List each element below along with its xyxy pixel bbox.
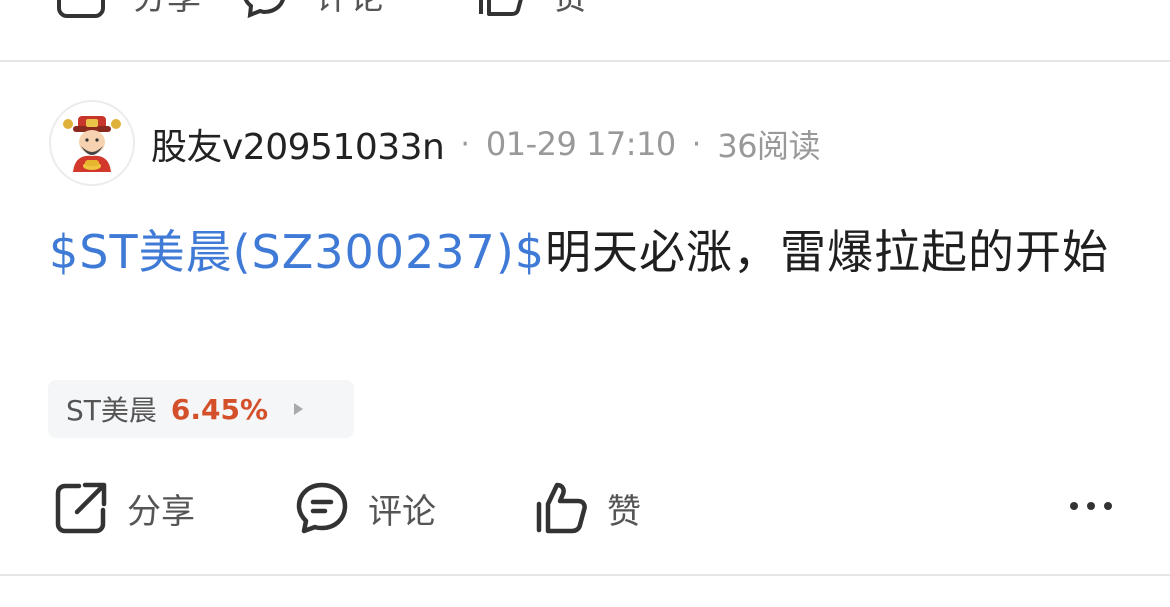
post-date: 01-29 17:10 [485, 125, 676, 163]
previous-post-action-bar: 分享 评论 赞 [0, 0, 1170, 20]
stock-name: ST美晨 [66, 394, 157, 427]
fortune-god-avatar-icon [63, 116, 121, 172]
share-icon [55, 482, 107, 534]
prev-like-button[interactable]: 赞 [475, 0, 587, 20]
prev-like-label: 赞 [553, 0, 587, 19]
more-icon [1070, 502, 1112, 510]
share-icon [57, 0, 105, 18]
comment-icon [296, 482, 348, 534]
thumbs-up-icon [479, 0, 523, 16]
prev-comment-button[interactable]: 评论 [238, 0, 384, 20]
post-content[interactable]: $ST美晨(SZ300237)$明天必涨，雷爆拉起的开始 [49, 216, 1124, 288]
post-text: 明天必涨，雷爆拉起的开始 [545, 225, 1110, 279]
comment-button[interactable]: 评论 [294, 478, 436, 538]
post-divider-top [0, 60, 1170, 62]
chevron-right-icon [294, 403, 304, 415]
share-label: 分享 [127, 491, 195, 532]
stock-change: 6.45% [170, 392, 269, 426]
username[interactable]: 股友v20951033n [151, 118, 445, 170]
post-header: 股友v20951033n · 01-29 17:10 · 36阅读 [151, 118, 821, 170]
prev-share-label: 分享 [133, 0, 201, 19]
comment-icon [243, 0, 285, 19]
more-button[interactable] [1068, 496, 1118, 516]
comment-label: 评论 [368, 491, 436, 532]
prev-share-button[interactable]: 分享 [55, 0, 201, 20]
like-label: 赞 [607, 491, 641, 532]
share-button[interactable]: 分享 [53, 478, 195, 538]
prev-comment-label: 评论 [316, 0, 384, 19]
meta-separator: · [691, 126, 702, 162]
thumbs-up-icon [536, 482, 587, 534]
stock-tag-link[interactable]: $ST美晨(SZ300237)$ [49, 225, 545, 279]
post-divider-bottom [0, 574, 1170, 576]
read-count: 36阅读 [717, 127, 821, 165]
like-button[interactable]: 赞 [533, 478, 641, 538]
meta-separator: · [460, 126, 470, 162]
stock-quote-chip[interactable]: ST美晨 6.45% [48, 380, 354, 438]
avatar[interactable] [49, 100, 135, 186]
